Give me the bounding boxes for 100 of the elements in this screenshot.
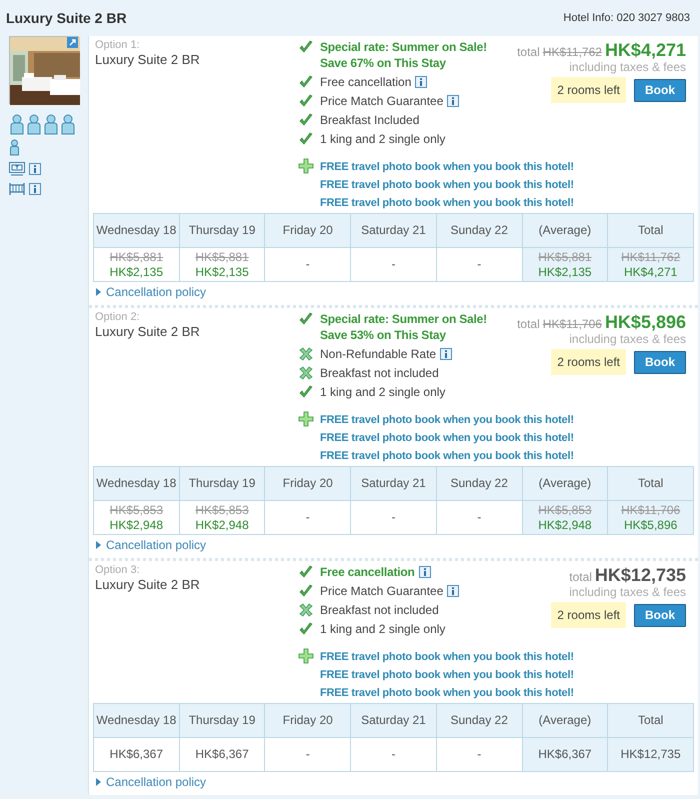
book-button[interactable]: Book	[634, 604, 686, 626]
original-price: HK$11,762	[542, 44, 602, 61]
cross-icon	[298, 347, 314, 361]
person-icon	[9, 114, 25, 135]
feature-text: Non-Refundable Rate	[320, 346, 436, 362]
night-price: HK$12,735	[620, 747, 681, 762]
night-price: HK$5,896	[624, 518, 678, 532]
check-icon	[298, 622, 314, 636]
plus-icon	[298, 158, 314, 174]
feature-text: 1 king and 2 single only	[320, 131, 446, 147]
feature-text: Free cancellation	[320, 564, 415, 580]
person-icon	[9, 139, 20, 156]
promo-link[interactable]: FREE travel photo book when you book this hotel!	[320, 176, 574, 194]
night-price: -	[391, 510, 396, 525]
total-label: total	[517, 316, 540, 333]
night-price: HK$2,135	[110, 264, 164, 280]
column-header: Thursday 19	[180, 214, 266, 248]
column-header: Friday 20	[265, 214, 352, 248]
column-header: (Average)	[522, 467, 608, 501]
was-price: HK$11,762	[621, 250, 680, 264]
promo-link[interactable]: FREE travel photo book when you book this hotel!	[320, 648, 574, 666]
night-price: HK$2,948	[538, 518, 592, 532]
check-icon	[298, 312, 314, 326]
column-header: Sunday 22	[436, 704, 523, 738]
plus-icon	[298, 648, 314, 664]
rooms-left-badge: 2 rooms left	[551, 77, 626, 103]
feature-text: Breakfast not included	[320, 365, 439, 381]
expand-icon	[67, 37, 78, 48]
night-price: HK$4,271	[624, 264, 678, 280]
promo-link[interactable]: FREE travel photo book when you book this hotel!	[320, 666, 574, 684]
check-icon	[298, 565, 314, 579]
promo-link[interactable]: FREE travel photo book when you book this hotel!	[320, 194, 574, 212]
was-price: HK$5,881	[538, 250, 592, 264]
feature-text: Special rate: Summer on Sale! Save 53% on This Stay	[320, 311, 488, 343]
promo-link[interactable]: FREE travel photo book when you book this hotel!	[320, 158, 574, 176]
total-label: total	[517, 44, 540, 61]
hotel-info: Hotel Info: 020 3027 9803	[563, 10, 691, 26]
night-price: -	[391, 747, 396, 762]
column-header: Total	[608, 467, 694, 501]
night-price: -	[391, 257, 396, 272]
book-button[interactable]: Book	[634, 350, 686, 374]
promo-link[interactable]: FREE travel photo book when you book this hotel!	[320, 447, 574, 465]
night-price: -	[306, 747, 310, 762]
column-header: (Average)	[522, 704, 608, 738]
night-price: HK$2,135	[195, 264, 249, 280]
cross-icon	[298, 366, 314, 380]
column-header: Friday 20	[265, 704, 352, 738]
check-icon	[298, 75, 314, 89]
feature-text: 1 king and 2 single only	[320, 621, 446, 637]
room-name: Luxury Suite 2 BR	[95, 577, 201, 593]
night-price: HK$2,948	[195, 518, 249, 532]
night-price: -	[477, 510, 482, 525]
night-price: HK$6,367	[110, 747, 164, 762]
was-price: HK$5,853	[538, 502, 592, 518]
book-button[interactable]: Book	[634, 78, 686, 102]
tax-note: including taxes & fees	[569, 333, 686, 346]
triangle-icon	[96, 778, 101, 786]
bed-icon	[9, 182, 25, 196]
total-price: HK$12,735	[594, 564, 686, 586]
room-name: Luxury Suite 2 BR	[95, 324, 201, 340]
person-icon	[26, 114, 42, 135]
option-label: Option 3:	[95, 564, 141, 577]
column-header: Saturday 21	[351, 704, 437, 738]
promo-link[interactable]: FREE travel photo book when you book this hotel!	[320, 411, 574, 429]
total-label: total	[569, 569, 592, 586]
was-price: HK$5,881	[110, 250, 164, 264]
was-price: HK$5,853	[195, 502, 249, 518]
night-price: -	[306, 510, 310, 525]
check-icon	[298, 94, 314, 108]
option-label: Option 2:	[95, 311, 141, 324]
feature-text: Price Match Guarantee	[320, 93, 444, 109]
night-price: HK$2,948	[110, 518, 164, 532]
feature-text: Breakfast Included	[320, 112, 420, 128]
check-icon	[298, 385, 314, 399]
page-title: Luxury Suite 2 BR	[6, 8, 127, 28]
cancellation-policy-link[interactable]: Cancellation policy	[106, 538, 206, 552]
column-header: (Average)	[522, 214, 608, 248]
total-price: HK$4,271	[604, 39, 686, 61]
promo-link[interactable]: FREE travel photo book when you book this hotel!	[320, 684, 574, 702]
night-price: HK$6,367	[538, 747, 592, 762]
column-header: Wednesday 18	[94, 704, 180, 738]
column-header: Sunday 22	[436, 467, 523, 501]
column-header: Friday 20	[265, 467, 352, 501]
person-icon	[60, 114, 76, 135]
cancellation-policy-link[interactable]: Cancellation policy	[106, 775, 206, 789]
tv-icon	[9, 162, 25, 176]
plus-icon	[298, 411, 314, 427]
feature-text: Special rate: Summer on Sale! Save 67% on This Stay	[320, 39, 488, 71]
room-name: Luxury Suite 2 BR	[95, 52, 201, 68]
tax-note: including taxes & fees	[569, 586, 686, 599]
column-header: Wednesday 18	[94, 467, 180, 501]
tax-note: including taxes & fees	[569, 61, 686, 74]
check-icon	[298, 113, 314, 127]
was-price: HK$11,706	[621, 502, 680, 518]
feature-text: Free cancellation	[320, 74, 412, 90]
promo-link[interactable]: FREE travel photo book when you book this hotel!	[320, 429, 574, 447]
column-header: Total	[608, 214, 694, 248]
feature-text: Price Match Guarantee	[320, 583, 444, 599]
column-header: Saturday 21	[351, 214, 437, 248]
cancellation-policy-link[interactable]: Cancellation policy	[106, 285, 206, 299]
